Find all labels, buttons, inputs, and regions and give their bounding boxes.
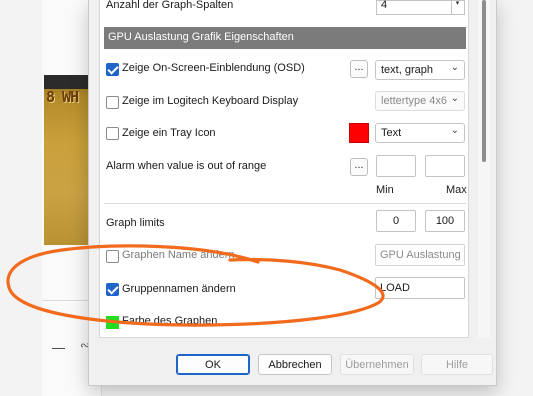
graph-name-input[interactable]: GPU Auslastung [375,244,465,266]
chevron-down-icon: ⌄ [450,125,459,136]
minus-icon[interactable]: — [52,340,65,355]
graph-limits-label: Graph limits [106,217,165,229]
graph-columns-spinner[interactable]: 4 ▾ [376,0,465,15]
graph-name-checkbox[interactable] [106,250,119,263]
apply-button[interactable]: Übernehmen [340,354,414,375]
graph-color-label: Farbe des Graphen [122,315,218,327]
group-name-label: Gruppennamen ändern [122,283,236,295]
group-name-checkbox[interactable] [106,283,119,296]
alarm-min-label: Min [376,184,394,196]
tray-color-swatch[interactable] [349,123,369,143]
properties-dialog [88,0,497,386]
tray-checkbox[interactable] [106,127,119,140]
tray-label: Zeige ein Tray Icon [122,127,216,139]
osd-options-button[interactable]: ... [350,60,368,78]
spinner-down-icon[interactable]: ▾ [451,0,463,14]
alarm-options-button[interactable]: ... [350,158,368,176]
tray-mode-value: Text [381,127,402,139]
osd-mode-dropdown[interactable]: text, graph ⌄ [375,60,465,80]
tray-mode-dropdown[interactable]: Text ⌄ [375,123,465,143]
graph-limit-max-input[interactable]: 100 [425,210,465,232]
osd-mode-value: text, graph [381,64,433,76]
logitech-label: Zeige im Logitech Keyboard Display [122,95,299,107]
chevron-down-icon: ⌄ [450,62,459,73]
alarm-min-input[interactable] [376,155,416,177]
logitech-checkbox[interactable] [106,96,119,109]
logitech-font-value: lettertype 4x6 [381,95,448,107]
section-divider [104,203,466,204]
background-thumbnail-text: 8 WH [46,88,79,106]
alarm-max-input[interactable] [425,155,465,177]
scrollbar-thumb[interactable] [482,0,486,162]
graph-name-label: Graphen Name ändern [122,249,235,261]
ok-button[interactable]: OK [176,354,250,375]
cancel-button[interactable]: Abbrechen [258,354,332,375]
graph-columns-value: 4 [381,0,388,11]
osd-checkbox[interactable] [106,63,119,76]
alarm-max-label: Max [446,184,467,196]
chevron-down-icon: ⌄ [450,93,459,104]
background-thumbnail-header [44,75,90,89]
help-button[interactable]: Hilfe [421,354,493,375]
logitech-font-dropdown[interactable]: lettertype 4x6 ⌄ [375,91,465,111]
graph-color-swatch[interactable] [106,316,119,329]
alarm-label: Alarm when value is out of range [106,160,267,172]
section-header: GPU Auslastung Grafik Eigenschaften [104,27,466,49]
graph-columns-label: Anzahl der Graph-Spalten [106,0,234,11]
osd-label: Zeige On-Screen-Einblendung (OSD) [122,62,305,74]
graph-limit-min-input[interactable]: 0 [376,210,416,232]
group-name-input[interactable]: LOAD [375,277,465,299]
